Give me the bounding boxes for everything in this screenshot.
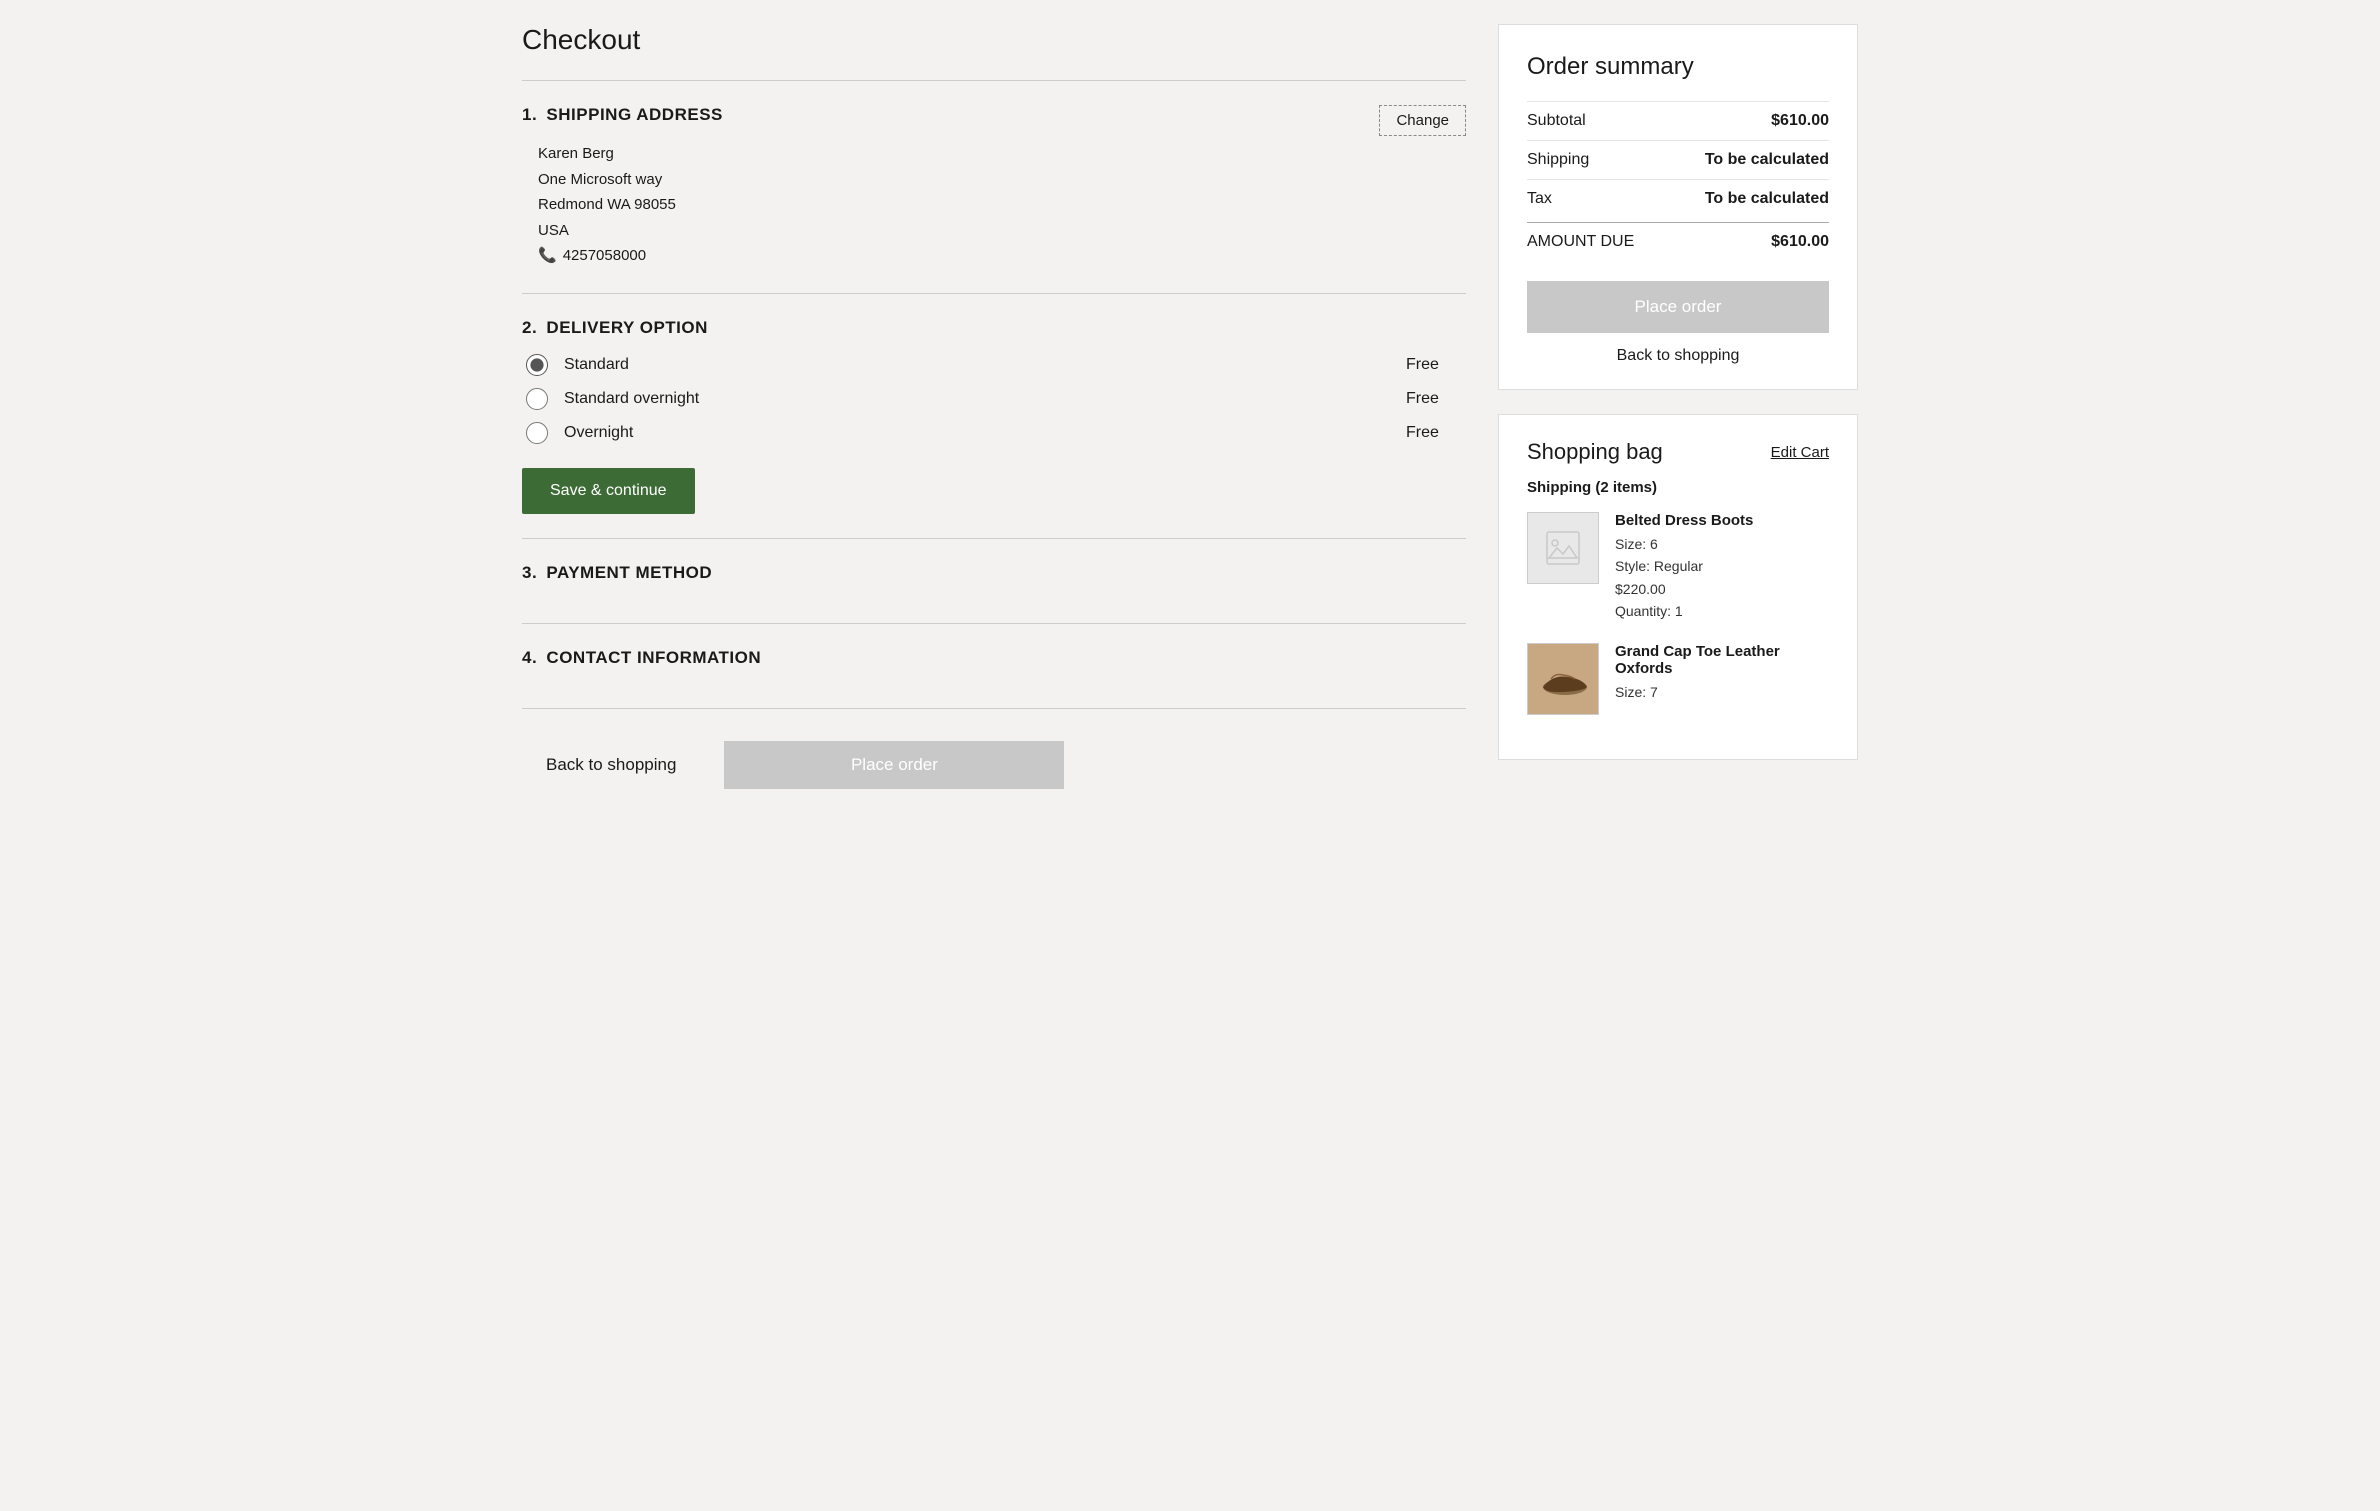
image-placeholder-icon xyxy=(1545,530,1581,566)
bag-item-size-boots: Size: 6 xyxy=(1615,533,1829,555)
amount-due-row: AMOUNT DUE $610.00 xyxy=(1527,222,1829,261)
delivery-section-header: 2. DELIVERY OPTION xyxy=(522,318,1466,338)
save-continue-button[interactable]: Save & continue xyxy=(522,468,695,514)
bag-item-name-boots: Belted Dress Boots xyxy=(1615,512,1829,529)
shipping-label: Shipping xyxy=(1527,151,1589,169)
bag-item-info-boots: Size: 6 Style: Regular $220.00 Quantity:… xyxy=(1615,533,1829,623)
shopping-bag-header: Shopping bag Edit Cart xyxy=(1527,439,1829,465)
edit-cart-button[interactable]: Edit Cart xyxy=(1771,444,1829,461)
bag-item-info-oxfords: Size: 7 xyxy=(1615,681,1829,703)
delivery-options-group: Standard Free Standard overnight Free Ov… xyxy=(522,354,1466,444)
change-address-button[interactable]: Change xyxy=(1379,105,1466,136)
radio-overnight[interactable] xyxy=(526,422,548,444)
bag-item-name-oxfords: Grand Cap Toe Leather Oxfords xyxy=(1615,643,1829,677)
shipping-row: Shipping To be calculated xyxy=(1527,140,1829,179)
sidebar: Order summary Subtotal $610.00 Shipping … xyxy=(1498,24,1858,760)
bag-item-qty-boots: Quantity: 1 xyxy=(1615,600,1829,622)
phone-icon: 📞 xyxy=(538,243,557,269)
bag-item-details-oxfords: Grand Cap Toe Leather Oxfords Size: 7 xyxy=(1615,643,1829,715)
shopping-bag-title: Shopping bag xyxy=(1527,439,1663,465)
bag-item-oxfords: Grand Cap Toe Leather Oxfords Size: 7 xyxy=(1527,643,1829,715)
address-block: Karen Berg One Microsoft way Redmond WA … xyxy=(522,141,1466,269)
shopping-bag-card: Shopping bag Edit Cart Shipping (2 items… xyxy=(1498,414,1858,760)
delivery-option-standard-overnight: Standard overnight Free xyxy=(526,388,1466,410)
subtotal-value: $610.00 xyxy=(1771,112,1829,130)
tax-row: Tax To be calculated xyxy=(1527,179,1829,218)
bag-item-details-boots: Belted Dress Boots Size: 6 Style: Regula… xyxy=(1615,512,1829,623)
back-to-shopping-sidebar-button[interactable]: Back to shopping xyxy=(1527,347,1829,365)
subtotal-label: Subtotal xyxy=(1527,112,1586,130)
payment-method-section: 3. PAYMENT METHOD xyxy=(522,538,1466,623)
tax-label: Tax xyxy=(1527,190,1552,208)
address-city-state-zip: Redmond WA 98055 xyxy=(538,192,1466,218)
page-title: Checkout xyxy=(522,24,1466,56)
label-standard: Standard xyxy=(564,356,1390,374)
payment-section-header: 3. PAYMENT METHOD xyxy=(522,563,1466,583)
address-street: One Microsoft way xyxy=(538,167,1466,193)
tax-value: To be calculated xyxy=(1705,190,1829,208)
radio-standard-overnight[interactable] xyxy=(526,388,548,410)
delivery-option-section: 2. DELIVERY OPTION Standard Free Standar… xyxy=(522,293,1466,538)
shipping-section-header: 1. SHIPPING ADDRESS xyxy=(522,105,723,125)
bag-item-boots: Belted Dress Boots Size: 6 Style: Regula… xyxy=(1527,512,1829,623)
bottom-actions: Back to shopping Place order xyxy=(522,709,1466,805)
bag-item-size-oxfords: Size: 7 xyxy=(1615,681,1829,703)
price-overnight: Free xyxy=(1406,424,1466,442)
place-order-bottom-button[interactable]: Place order xyxy=(724,741,1064,789)
bag-item-image-boots xyxy=(1527,512,1599,584)
amount-due-value: $610.00 xyxy=(1771,233,1829,251)
address-country: USA xyxy=(538,218,1466,244)
label-standard-overnight: Standard overnight xyxy=(564,390,1390,408)
price-standard-overnight: Free xyxy=(1406,390,1466,408)
subtotal-row: Subtotal $610.00 xyxy=(1527,101,1829,140)
shipping-address-section: 1. SHIPPING ADDRESS Change Karen Berg On… xyxy=(522,80,1466,293)
delivery-option-standard: Standard Free xyxy=(526,354,1466,376)
place-order-sidebar-button[interactable]: Place order xyxy=(1527,281,1829,333)
shipping-value: To be calculated xyxy=(1705,151,1829,169)
amount-due-label: AMOUNT DUE xyxy=(1527,233,1634,251)
label-overnight: Overnight xyxy=(564,424,1390,442)
contact-info-section: 4. CONTACT INFORMATION xyxy=(522,623,1466,709)
delivery-option-overnight: Overnight Free xyxy=(526,422,1466,444)
order-summary-card: Order summary Subtotal $610.00 Shipping … xyxy=(1498,24,1858,390)
shipping-items-label: Shipping (2 items) xyxy=(1527,479,1829,496)
order-summary-title: Order summary xyxy=(1527,53,1829,81)
address-name: Karen Berg xyxy=(538,141,1466,167)
radio-standard[interactable] xyxy=(526,354,548,376)
contact-section-header: 4. CONTACT INFORMATION xyxy=(522,648,1466,668)
address-phone: 📞 4257058000 xyxy=(538,243,1466,269)
shoe-image-icon xyxy=(1533,659,1593,699)
bag-item-image-oxfords xyxy=(1527,643,1599,715)
bag-item-style-boots: Style: Regular xyxy=(1615,555,1829,577)
bag-item-price-boots: $220.00 xyxy=(1615,578,1829,600)
back-to-shopping-bottom-button[interactable]: Back to shopping xyxy=(522,741,700,789)
price-standard: Free xyxy=(1406,356,1466,374)
